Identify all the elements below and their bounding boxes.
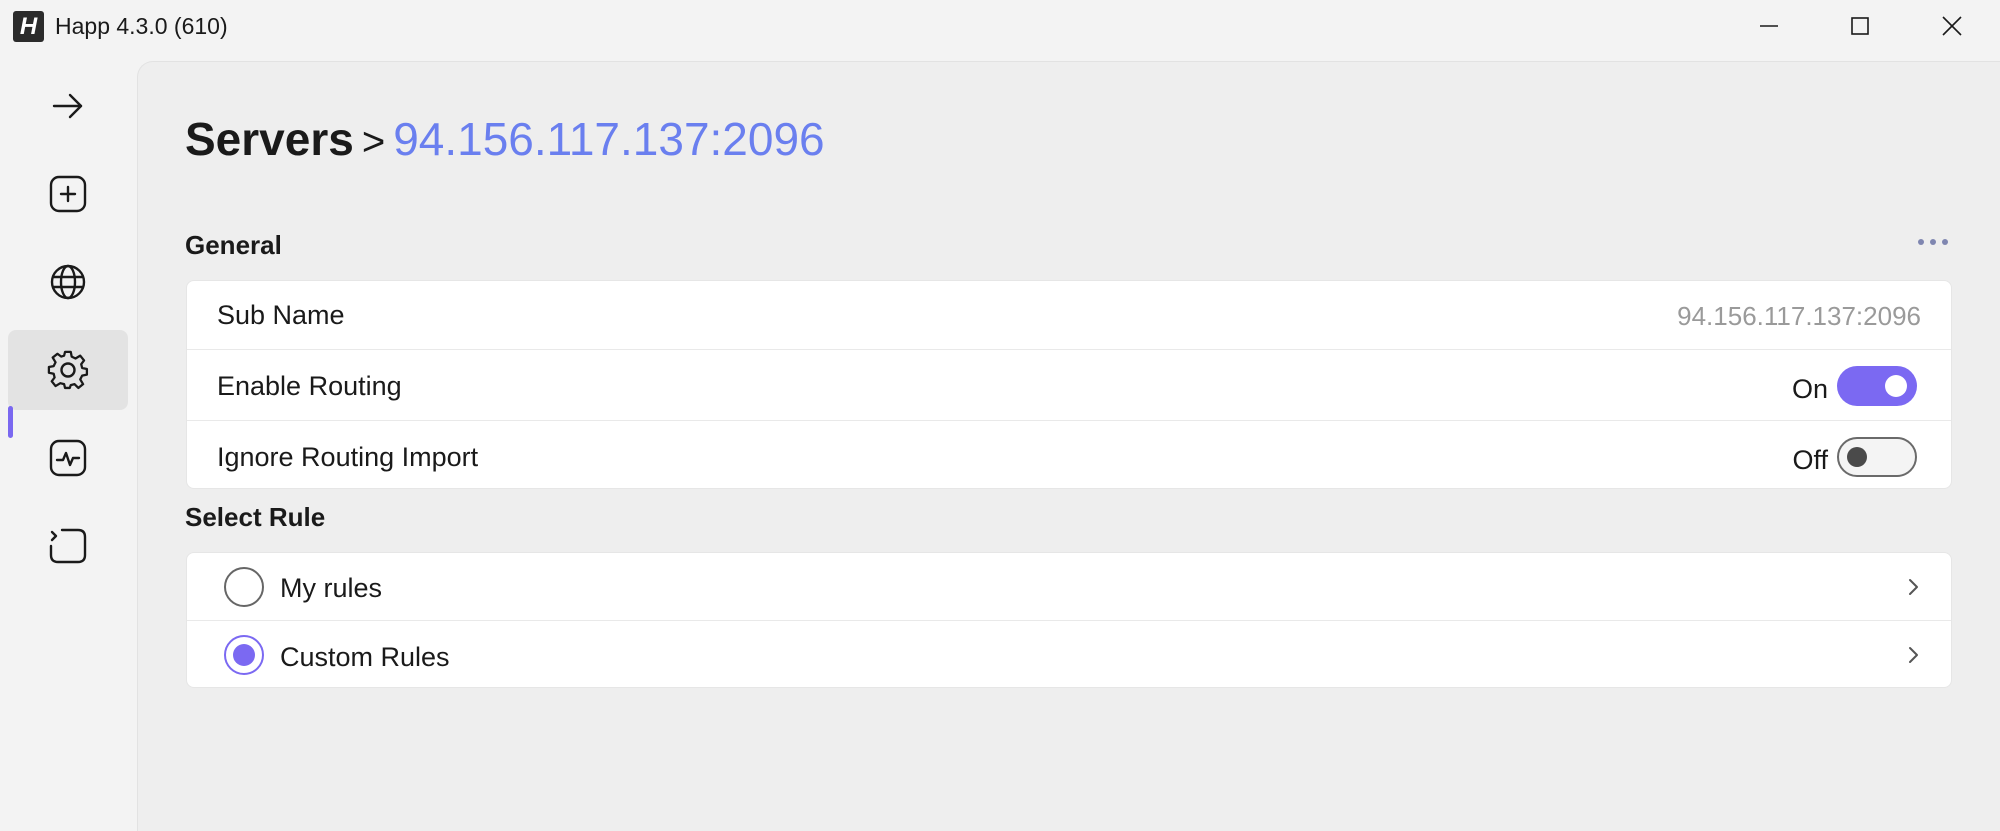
sub-name-row[interactable]: Sub Name 94.156.117.137:2096 — [187, 281, 1951, 350]
sidebar-item-logs[interactable] — [8, 506, 128, 586]
rule-option-custom-rules[interactable]: Custom Rules — [187, 621, 1951, 689]
general-card: Sub Name 94.156.117.137:2096 Enable Rout… — [186, 280, 1952, 489]
plus-square-icon — [49, 175, 87, 213]
more-options-button[interactable] — [1913, 230, 1953, 254]
code-box-icon — [49, 528, 87, 564]
toggle-knob — [1847, 447, 1867, 467]
title-bar: H Happ 4.3.0 (610) — [0, 0, 2000, 52]
sidebar-item-settings[interactable] — [8, 330, 128, 410]
close-icon — [1942, 16, 1962, 36]
minimize-icon — [1760, 25, 1778, 27]
arrow-right-icon — [52, 93, 83, 119]
globe-icon — [50, 264, 86, 300]
breadcrumb-current: 94.156.117.137:2096 — [393, 113, 825, 165]
minimize-button[interactable] — [1723, 0, 1815, 52]
select-rule-card: My rules Custom Rules — [186, 552, 1952, 688]
sidebar-item-connect[interactable] — [8, 66, 128, 146]
sub-name-value: 94.156.117.137:2096 — [1677, 301, 1921, 331]
gear-icon — [47, 350, 89, 390]
section-title-general: General — [185, 230, 282, 260]
activity-monitor-icon — [49, 439, 87, 477]
enable-routing-toggle[interactable] — [1837, 366, 1917, 406]
close-button[interactable] — [1906, 0, 1998, 52]
sidebar-item-servers[interactable] — [8, 242, 128, 322]
window-title: Happ 4.3.0 (610) — [55, 13, 228, 39]
chevron-right-icon — [1903, 577, 1923, 597]
ignore-routing-toggle[interactable] — [1837, 437, 1917, 477]
more-dots-icon — [1918, 239, 1948, 245]
ignore-routing-state: Off — [1792, 445, 1828, 475]
radio-my-rules[interactable] — [224, 567, 264, 607]
ignore-routing-row: Ignore Routing Import Off — [187, 421, 1951, 490]
maximize-icon — [1851, 17, 1869, 35]
radio-custom-rules[interactable] — [224, 635, 264, 675]
enable-routing-row: Enable Routing On — [187, 350, 1951, 421]
section-title-select-rule: Select Rule — [185, 502, 326, 532]
chevron-right-icon — [1903, 645, 1923, 665]
rule-label: Custom Rules — [280, 642, 450, 672]
active-indicator — [8, 406, 13, 438]
rule-option-my-rules[interactable]: My rules — [187, 553, 1951, 621]
enable-routing-label: Enable Routing — [217, 371, 402, 401]
breadcrumb-root[interactable]: Servers — [185, 113, 354, 165]
sub-name-label: Sub Name — [217, 300, 345, 330]
enable-routing-state: On — [1791, 374, 1828, 404]
app-logo: H — [13, 11, 44, 42]
main-content: Servers >94.156.117.137:2096 General Sub … — [137, 61, 2000, 831]
maximize-button[interactable] — [1814, 0, 1906, 52]
breadcrumb-separator: > — [361, 120, 386, 164]
sidebar-item-monitor[interactable] — [8, 418, 128, 498]
breadcrumb: Servers >94.156.117.137:2096 — [185, 112, 825, 166]
toggle-knob — [1885, 375, 1907, 397]
sidebar — [0, 52, 137, 820]
rule-label: My rules — [280, 573, 383, 603]
ignore-routing-label: Ignore Routing Import — [217, 442, 479, 472]
sidebar-item-add[interactable] — [8, 154, 128, 234]
